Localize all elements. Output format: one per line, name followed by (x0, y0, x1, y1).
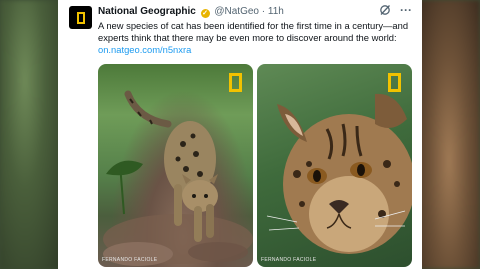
avatar[interactable] (69, 6, 92, 29)
tweet-image-cat-portrait[interactable]: FERNANDO FACIOLE (257, 64, 412, 267)
tweet-header: National Geographic ✓ @NatGeo · 11h (98, 6, 284, 18)
tweet-time[interactable]: 11h (268, 6, 284, 17)
cat-portrait-illustration (266, 93, 412, 254)
natgeo-watermark-icon (229, 73, 242, 92)
more-options-icon[interactable]: ··· (400, 4, 412, 16)
tweet-image-cat-walking[interactable]: FERNANDO FACIOLE (98, 64, 253, 267)
background-blur-right (418, 0, 480, 269)
verified-badge-icon: ✓ (200, 9, 210, 18)
photo-credit: FERNANDO FACIOLE (102, 257, 158, 263)
tweet-actions: ··· (379, 4, 412, 16)
account-handle[interactable]: @NatGeo (214, 6, 259, 17)
photo-credit: FERNANDO FACIOLE (261, 257, 317, 263)
tweet-card[interactable]: National Geographic ✓ @NatGeo · 11h ··· … (58, 0, 422, 269)
natgeo-watermark-icon (388, 73, 401, 92)
background-blur-left (0, 0, 62, 269)
grok-icon[interactable] (379, 4, 391, 16)
separator: · (261, 6, 266, 17)
tweet-link[interactable]: on.natgeo.com/n5nxra (98, 44, 414, 56)
natgeo-logo-icon (76, 11, 85, 24)
cat-walking-illustration (103, 90, 253, 266)
tweet-body: A new species of cat has been identified… (98, 20, 409, 43)
tweet-text: A new species of cat has been identified… (98, 20, 414, 56)
account-name[interactable]: National Geographic (98, 6, 196, 17)
